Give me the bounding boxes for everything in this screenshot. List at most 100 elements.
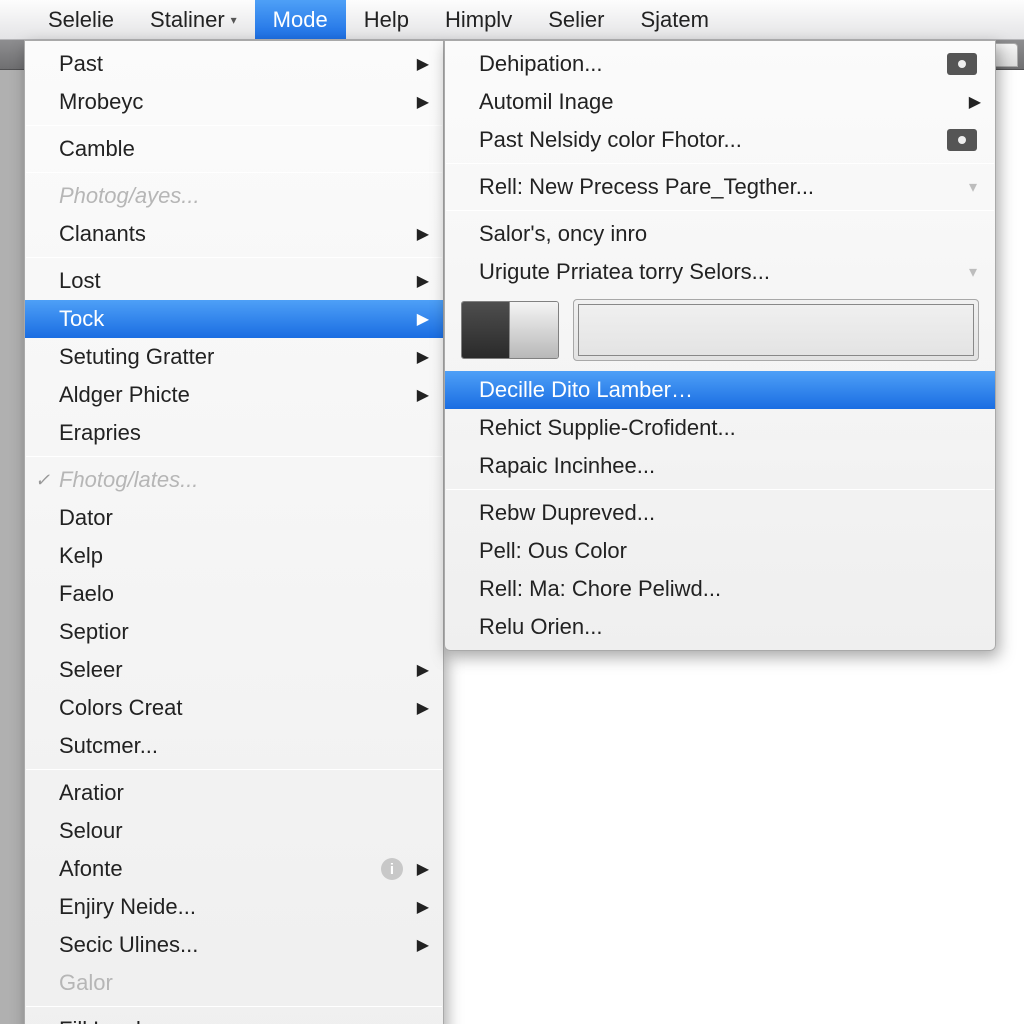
submenu-arrow-icon: ▶ [417, 698, 429, 718]
menu-item-pell-ous-color[interactable]: Pell: Ous Color [445, 532, 995, 570]
spectrum-cell[interactable] [579, 305, 594, 355]
menu-item-aratior[interactable]: Aratior [25, 774, 443, 812]
spectrum-cell[interactable] [897, 305, 912, 355]
menu-item-clanants[interactable]: Clanants ▶ [25, 215, 443, 253]
submenu-arrow-icon: ▶ [417, 897, 429, 917]
menubar-item-selelie[interactable]: Selelie [30, 0, 132, 39]
menu-item-rell-new-precess-pare-tegther[interactable]: Rell: New Precess Pare_Tegther...▾ [445, 168, 995, 206]
submenu-arrow-icon: ▶ [969, 92, 981, 112]
left-gutter [0, 70, 26, 1024]
spectrum-cell[interactable] [640, 305, 655, 355]
menu-item-label: Erapries [59, 420, 141, 446]
submenu-arrow-icon: ▶ [417, 54, 429, 74]
menu-item-colors-creat[interactable]: Colors Creat▶ [25, 689, 443, 727]
menu-item-setuting-gratter[interactable]: Setuting Gratter▶ [25, 338, 443, 376]
spectrum-cell[interactable] [867, 305, 882, 355]
menu-item-label: Rell: New Precess Pare_Tegther... [479, 174, 814, 200]
menubar-item-staliner[interactable]: Staliner▾ [132, 0, 255, 39]
menu-item-septior[interactable]: Septior [25, 613, 443, 651]
spectrum-cell[interactable] [670, 305, 685, 355]
foreground-swatch[interactable] [462, 302, 510, 358]
spectrum-cell[interactable] [685, 305, 700, 355]
menu-item-fill-lasd[interactable]: Fill Lasd [25, 1011, 443, 1024]
spectrum-cell[interactable] [594, 305, 609, 355]
menu-item-rebw-dupreved[interactable]: Rebw Dupreved... [445, 494, 995, 532]
menu-item-past[interactable]: Past▶ [25, 45, 443, 83]
tock-submenu: Dehipation... Automil Inage▶Past Nelsidy … [444, 40, 996, 651]
menu-separator [26, 125, 442, 126]
menu-item-enjiry-neide[interactable]: Enjiry Neide...▶ [25, 888, 443, 926]
menubar-item-label: Staliner [150, 7, 225, 33]
swatch-pair[interactable] [461, 301, 559, 359]
menubar-item-sjatem[interactable]: Sjatem [622, 0, 726, 39]
spectrum-cell[interactable] [791, 305, 806, 355]
menu-item-label: Selour [59, 818, 123, 844]
menu-separator [446, 489, 994, 490]
menu-item-dehipation[interactable]: Dehipation... [445, 45, 995, 83]
menu-item-salor-s-oncy-inro[interactable]: Salor's, oncy inro [445, 215, 995, 253]
spectrum-cell[interactable] [609, 305, 624, 355]
adjustment-icon [947, 53, 977, 75]
menubar-item-himplv[interactable]: Himplv [427, 0, 530, 39]
spectrum-cell[interactable] [852, 305, 867, 355]
menu-separator [26, 456, 442, 457]
menu-item-rehict-supplie-crofident[interactable]: Rehict Supplie-Crofident... [445, 409, 995, 447]
menu-item-lost[interactable]: Lost▶ [25, 262, 443, 300]
menu-item-automil-inage[interactable]: Automil Inage▶ [445, 83, 995, 121]
menu-item-label: Dehipation... [479, 51, 603, 77]
menu-item-label: Fhotog/lates... [59, 467, 198, 493]
spectrum-cell[interactable] [822, 305, 837, 355]
menu-item-decille-dito-lamber[interactable]: Decille Dito Lamber… [445, 371, 995, 409]
menu-item-rapaic-incinhee[interactable]: Rapaic Incinhee... [445, 447, 995, 485]
spectrum-cell[interactable] [731, 305, 746, 355]
spectrum-cell[interactable] [943, 305, 958, 355]
menu-item-seleer[interactable]: Seleer▶ [25, 651, 443, 689]
menu-item-selour[interactable]: Selour [25, 812, 443, 850]
menu-item-label: Fill Lasd [59, 1017, 141, 1024]
spectrum-cell[interactable] [912, 305, 927, 355]
menu-item-rell-ma-chore-peliwd[interactable]: Rell: Ma: Chore Peliwd... [445, 570, 995, 608]
menu-item-dator[interactable]: Dator [25, 499, 443, 537]
menubar-item-label: Sjatem [640, 7, 708, 33]
menu-item-aldger-phicte[interactable]: Aldger Phicte▶ [25, 376, 443, 414]
spectrum-cell[interactable] [958, 305, 973, 355]
spectrum-cell[interactable] [700, 305, 715, 355]
spectrum-cell[interactable] [837, 305, 852, 355]
spectrum-cell[interactable] [624, 305, 639, 355]
spectrum-cell[interactable] [806, 305, 821, 355]
spectrum-cell[interactable] [776, 305, 791, 355]
menubar-item-selier[interactable]: Selier [530, 0, 622, 39]
menu-item-galor: Galor [25, 964, 443, 1002]
spectrum-cell[interactable] [715, 305, 730, 355]
menubar-item-label: Help [364, 7, 409, 33]
menu-item-faelo[interactable]: Faelo [25, 575, 443, 613]
chevron-down-icon: ▾ [969, 262, 977, 282]
spectrum-cell[interactable] [882, 305, 897, 355]
menu-item-sutcmer[interactable]: Sutcmer... [25, 727, 443, 765]
background-swatch[interactable] [510, 302, 558, 358]
menu-item-kelp[interactable]: Kelp [25, 537, 443, 575]
submenu-arrow-icon: ▶ [417, 224, 429, 244]
spectrum-cell[interactable] [655, 305, 670, 355]
menubar-item-label: Selelie [48, 7, 114, 33]
menu-item-camble[interactable]: Camble [25, 130, 443, 168]
menu-item-afonte[interactable]: Afontei▶ [25, 850, 443, 888]
menubar-item-help[interactable]: Help [346, 0, 427, 39]
menu-separator [446, 163, 994, 164]
menubar-item-mode[interactable]: Mode [255, 0, 346, 39]
menu-item-tock[interactable]: Tock▶ [25, 300, 443, 338]
menu-item-secic-ulines[interactable]: Secic Ulines...▶ [25, 926, 443, 964]
menu-item-label: Faelo [59, 581, 114, 607]
menu-item-label: Clanants [59, 221, 146, 247]
menu-item-erapries[interactable]: Erapries [25, 414, 443, 452]
menu-item-relu-orien[interactable]: Relu Orien... [445, 608, 995, 646]
spectrum-cell[interactable] [928, 305, 943, 355]
menu-item-mrobeyc[interactable]: Mrobeyc▶ [25, 83, 443, 121]
menu-item-urigute-prriatea-torry-selors[interactable]: Urigute Prriatea torry Selors...▾ [445, 253, 995, 291]
spectrum-cell[interactable] [761, 305, 776, 355]
color-spectrum[interactable] [578, 304, 974, 356]
menu-item-label: Aratior [59, 780, 124, 806]
menu-separator [26, 769, 442, 770]
menu-item-past-nelsidy-color-fhotor[interactable]: Past Nelsidy color Fhotor... [445, 121, 995, 159]
spectrum-cell[interactable] [746, 305, 761, 355]
